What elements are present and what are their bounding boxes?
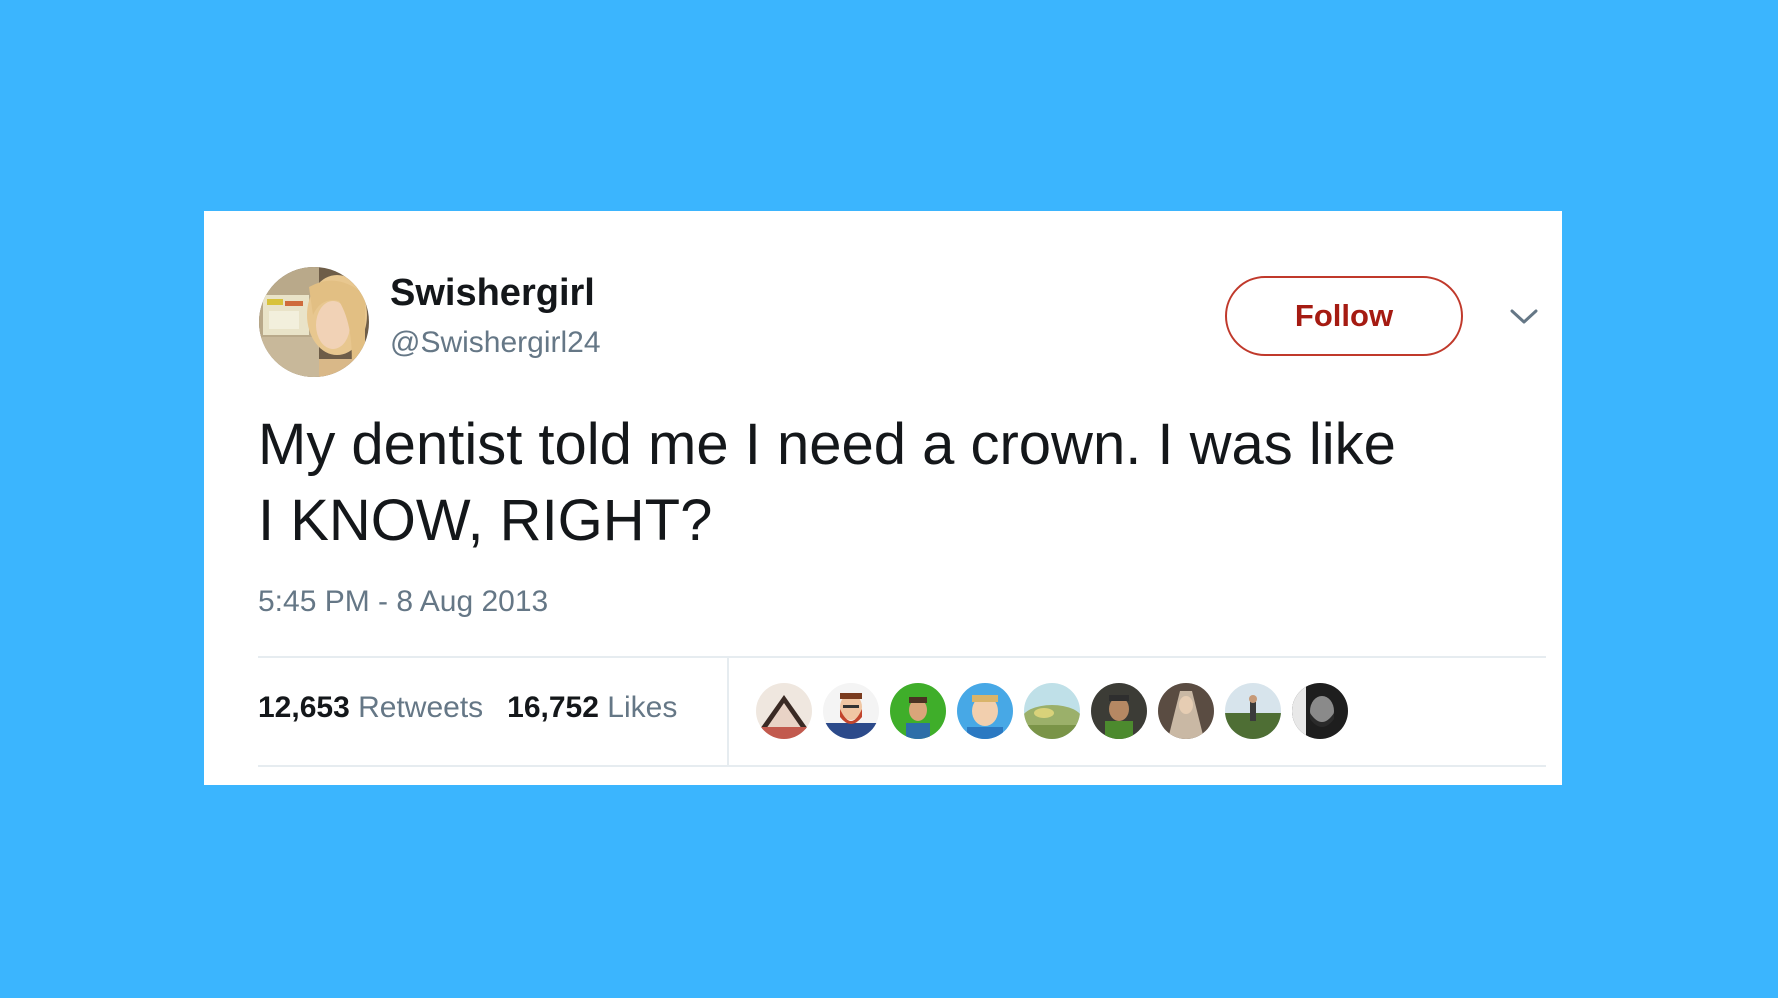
liker-avatar[interactable]: [1091, 683, 1147, 739]
retweets-count: 12,653: [258, 691, 350, 724]
likes-stat[interactable]: 16,752 Likes: [507, 691, 677, 725]
tweet-timestamp[interactable]: 5:45 PM - 8 Aug 2013: [258, 585, 548, 619]
retweets-stat[interactable]: 12,653 Retweets: [258, 691, 483, 725]
likes-label: Likes: [607, 691, 678, 724]
liker-avatar[interactable]: [756, 683, 812, 739]
retweets-label: Retweets: [358, 691, 484, 724]
liker-avatar[interactable]: [957, 683, 1013, 739]
divider: [258, 656, 1546, 658]
tweet-card: Swishergirl @Swishergirl24 Follow My den…: [204, 211, 1562, 785]
tweet-stats: 12,653 Retweets 16,752 Likes: [258, 691, 677, 725]
tweet-text: My dentist told me I need a crown. I was…: [258, 407, 1548, 559]
chevron-down-icon[interactable]: [1506, 305, 1542, 329]
display-name[interactable]: Swishergirl: [390, 272, 595, 315]
likes-count: 16,752: [507, 691, 599, 724]
liker-avatar[interactable]: [823, 683, 879, 739]
liker-avatar[interactable]: [1158, 683, 1214, 739]
liker-avatar[interactable]: [1292, 683, 1348, 739]
stats-divider: [727, 658, 729, 765]
tweet-text-line: My dentist told me I need a crown. I was…: [258, 412, 1396, 477]
liker-avatar[interactable]: [890, 683, 946, 739]
user-handle[interactable]: @Swishergirl24: [390, 326, 601, 360]
liker-avatars: [756, 683, 1348, 739]
liker-avatar[interactable]: [1225, 683, 1281, 739]
liker-avatar[interactable]: [1024, 683, 1080, 739]
follow-button[interactable]: Follow: [1225, 276, 1463, 356]
divider: [258, 765, 1546, 767]
tweet-text-line: I KNOW, RIGHT?: [258, 488, 713, 553]
avatar[interactable]: [259, 267, 369, 377]
